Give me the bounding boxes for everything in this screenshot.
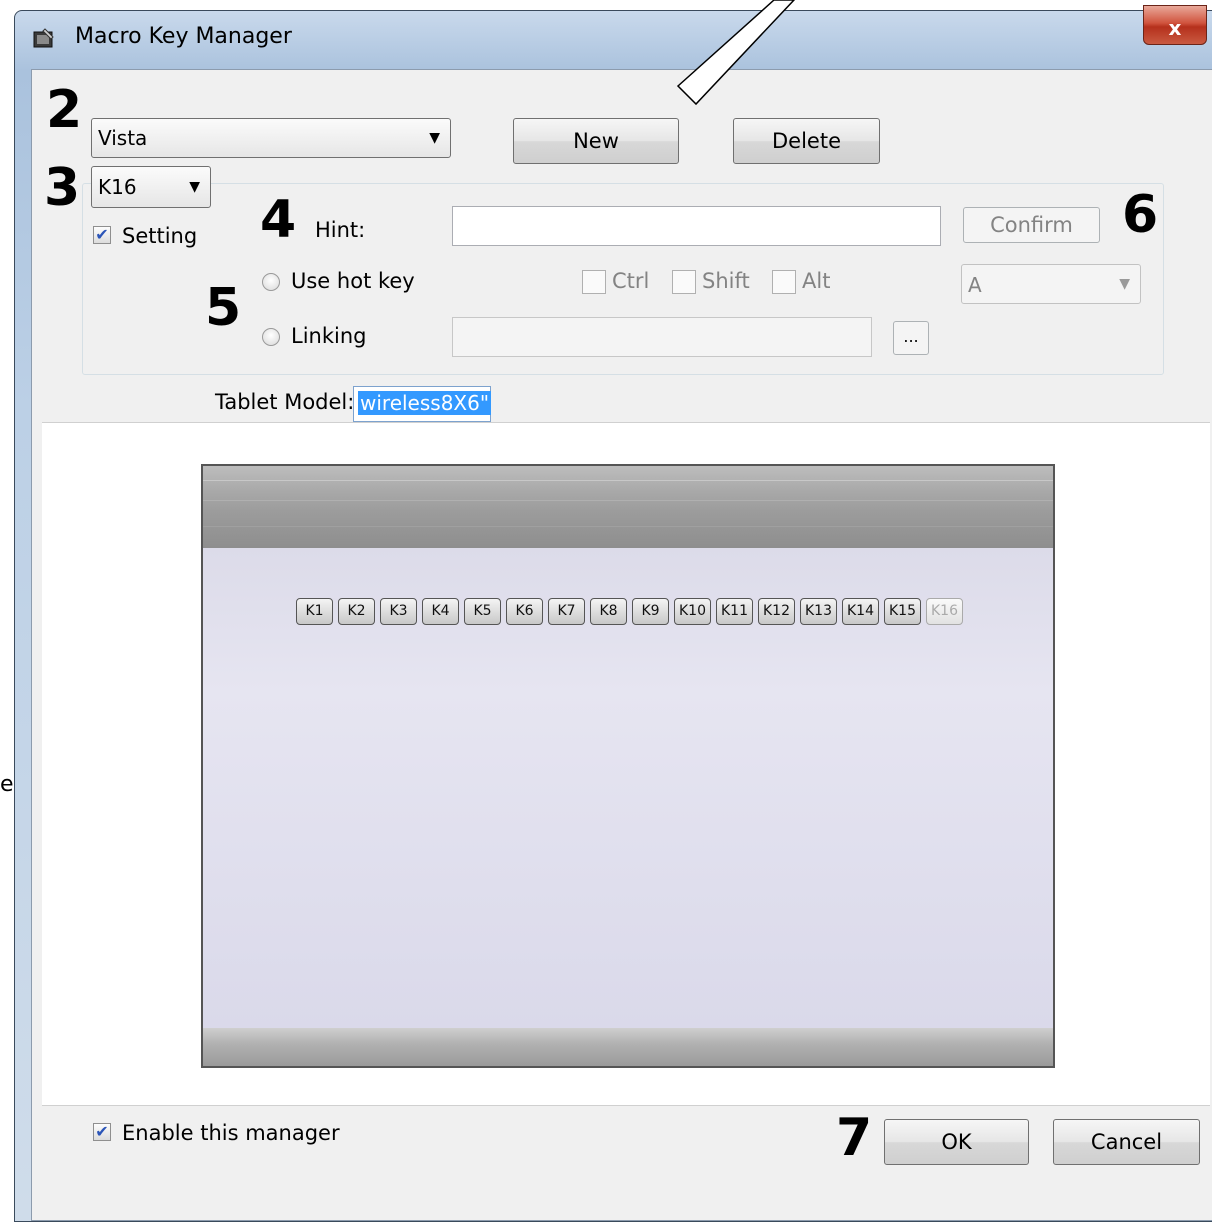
profile-dropdown[interactable]: Vista ▼ [91, 118, 451, 158]
close-button[interactable]: x [1143, 5, 1207, 45]
callout-number-7: 7 [836, 1108, 873, 1168]
macro-key-k13[interactable]: K13 [800, 598, 837, 625]
delete-button[interactable]: Delete [733, 118, 880, 164]
browse-button[interactable]: ... [893, 321, 929, 355]
linking-input[interactable] [452, 317, 872, 357]
tablet-bottom-bar [203, 1028, 1053, 1066]
setting-checkbox[interactable]: ✔ [93, 226, 111, 244]
close-icon: x [1168, 16, 1182, 40]
confirm-button[interactable]: Confirm [963, 207, 1100, 243]
enable-manager-checkbox[interactable]: ✔ [93, 1123, 111, 1141]
ctrl-checkbox[interactable] [582, 270, 606, 294]
tablet-model-field[interactable]: wireless8X6" [353, 386, 492, 422]
cancel-button[interactable]: Cancel [1053, 1119, 1200, 1165]
macro-key-k15[interactable]: K15 [884, 598, 921, 625]
setting-label: Setting [122, 224, 198, 248]
app-icon [33, 27, 55, 49]
profile-selected: Vista [98, 126, 148, 150]
use-hotkey-radio[interactable] [262, 273, 280, 291]
macro-key-k2[interactable]: K2 [338, 598, 375, 625]
chevron-down-icon: ▼ [429, 130, 440, 146]
macro-key-k3[interactable]: K3 [380, 598, 417, 625]
key-dropdown[interactable]: K16 ▼ [91, 166, 211, 208]
macro-key-k10[interactable]: K10 [674, 598, 711, 625]
chevron-down-icon: ▼ [189, 179, 200, 195]
macro-key-k7[interactable]: K7 [548, 598, 585, 625]
callout-number-2: 2 [46, 80, 83, 140]
callout-number-3: 3 [44, 158, 81, 218]
background-window-text: e [0, 772, 14, 797]
use-hotkey-label: Use hot key [291, 269, 415, 293]
hotkey-key-selected: A [968, 273, 982, 297]
hotkey-key-dropdown[interactable]: A ▼ [961, 264, 1141, 304]
new-button[interactable]: New [513, 118, 679, 164]
macro-key-k8[interactable]: K8 [590, 598, 627, 625]
tablet-top-bar [203, 466, 1053, 548]
hint-label: Hint: [315, 218, 366, 242]
macro-key-k5[interactable]: K5 [464, 598, 501, 625]
macro-key-k14[interactable]: K14 [842, 598, 879, 625]
key-selected: K16 [98, 175, 137, 199]
title-bar[interactable]: Macro Key Manager x [15, 5, 1212, 59]
macro-key-k12[interactable]: K12 [758, 598, 795, 625]
macro-key-k6[interactable]: K6 [506, 598, 543, 625]
hint-input[interactable] [452, 206, 941, 246]
window-title: Macro Key Manager [75, 24, 292, 49]
linking-label: Linking [291, 324, 367, 348]
ok-button[interactable]: OK [884, 1119, 1029, 1165]
macro-key-k4[interactable]: K4 [422, 598, 459, 625]
enable-manager-label: Enable this manager [122, 1121, 340, 1145]
ctrl-label: Ctrl [612, 269, 650, 293]
chevron-down-icon: ▼ [1119, 276, 1130, 292]
tablet-model-value: wireless8X6" [358, 391, 492, 415]
alt-checkbox[interactable] [772, 270, 796, 294]
callout-pointer [676, 0, 796, 106]
tablet-model-label: Tablet Model: [215, 390, 355, 414]
linking-radio[interactable] [262, 328, 280, 346]
macro-key-k1[interactable]: K1 [296, 598, 333, 625]
shift-label: Shift [702, 269, 750, 293]
macro-keys-row: K1 K2 K3 K4 K5 K6 K7 K8 K9 K10 K11 K12 K13 K14 K15 K16 [296, 598, 963, 625]
shift-checkbox[interactable] [672, 270, 696, 294]
tablet-image [201, 464, 1055, 1068]
macro-key-k9[interactable]: K9 [632, 598, 669, 625]
macro-key-k16[interactable]: K16 [926, 598, 963, 625]
alt-label: Alt [802, 269, 831, 293]
macro-key-k11[interactable]: K11 [716, 598, 753, 625]
